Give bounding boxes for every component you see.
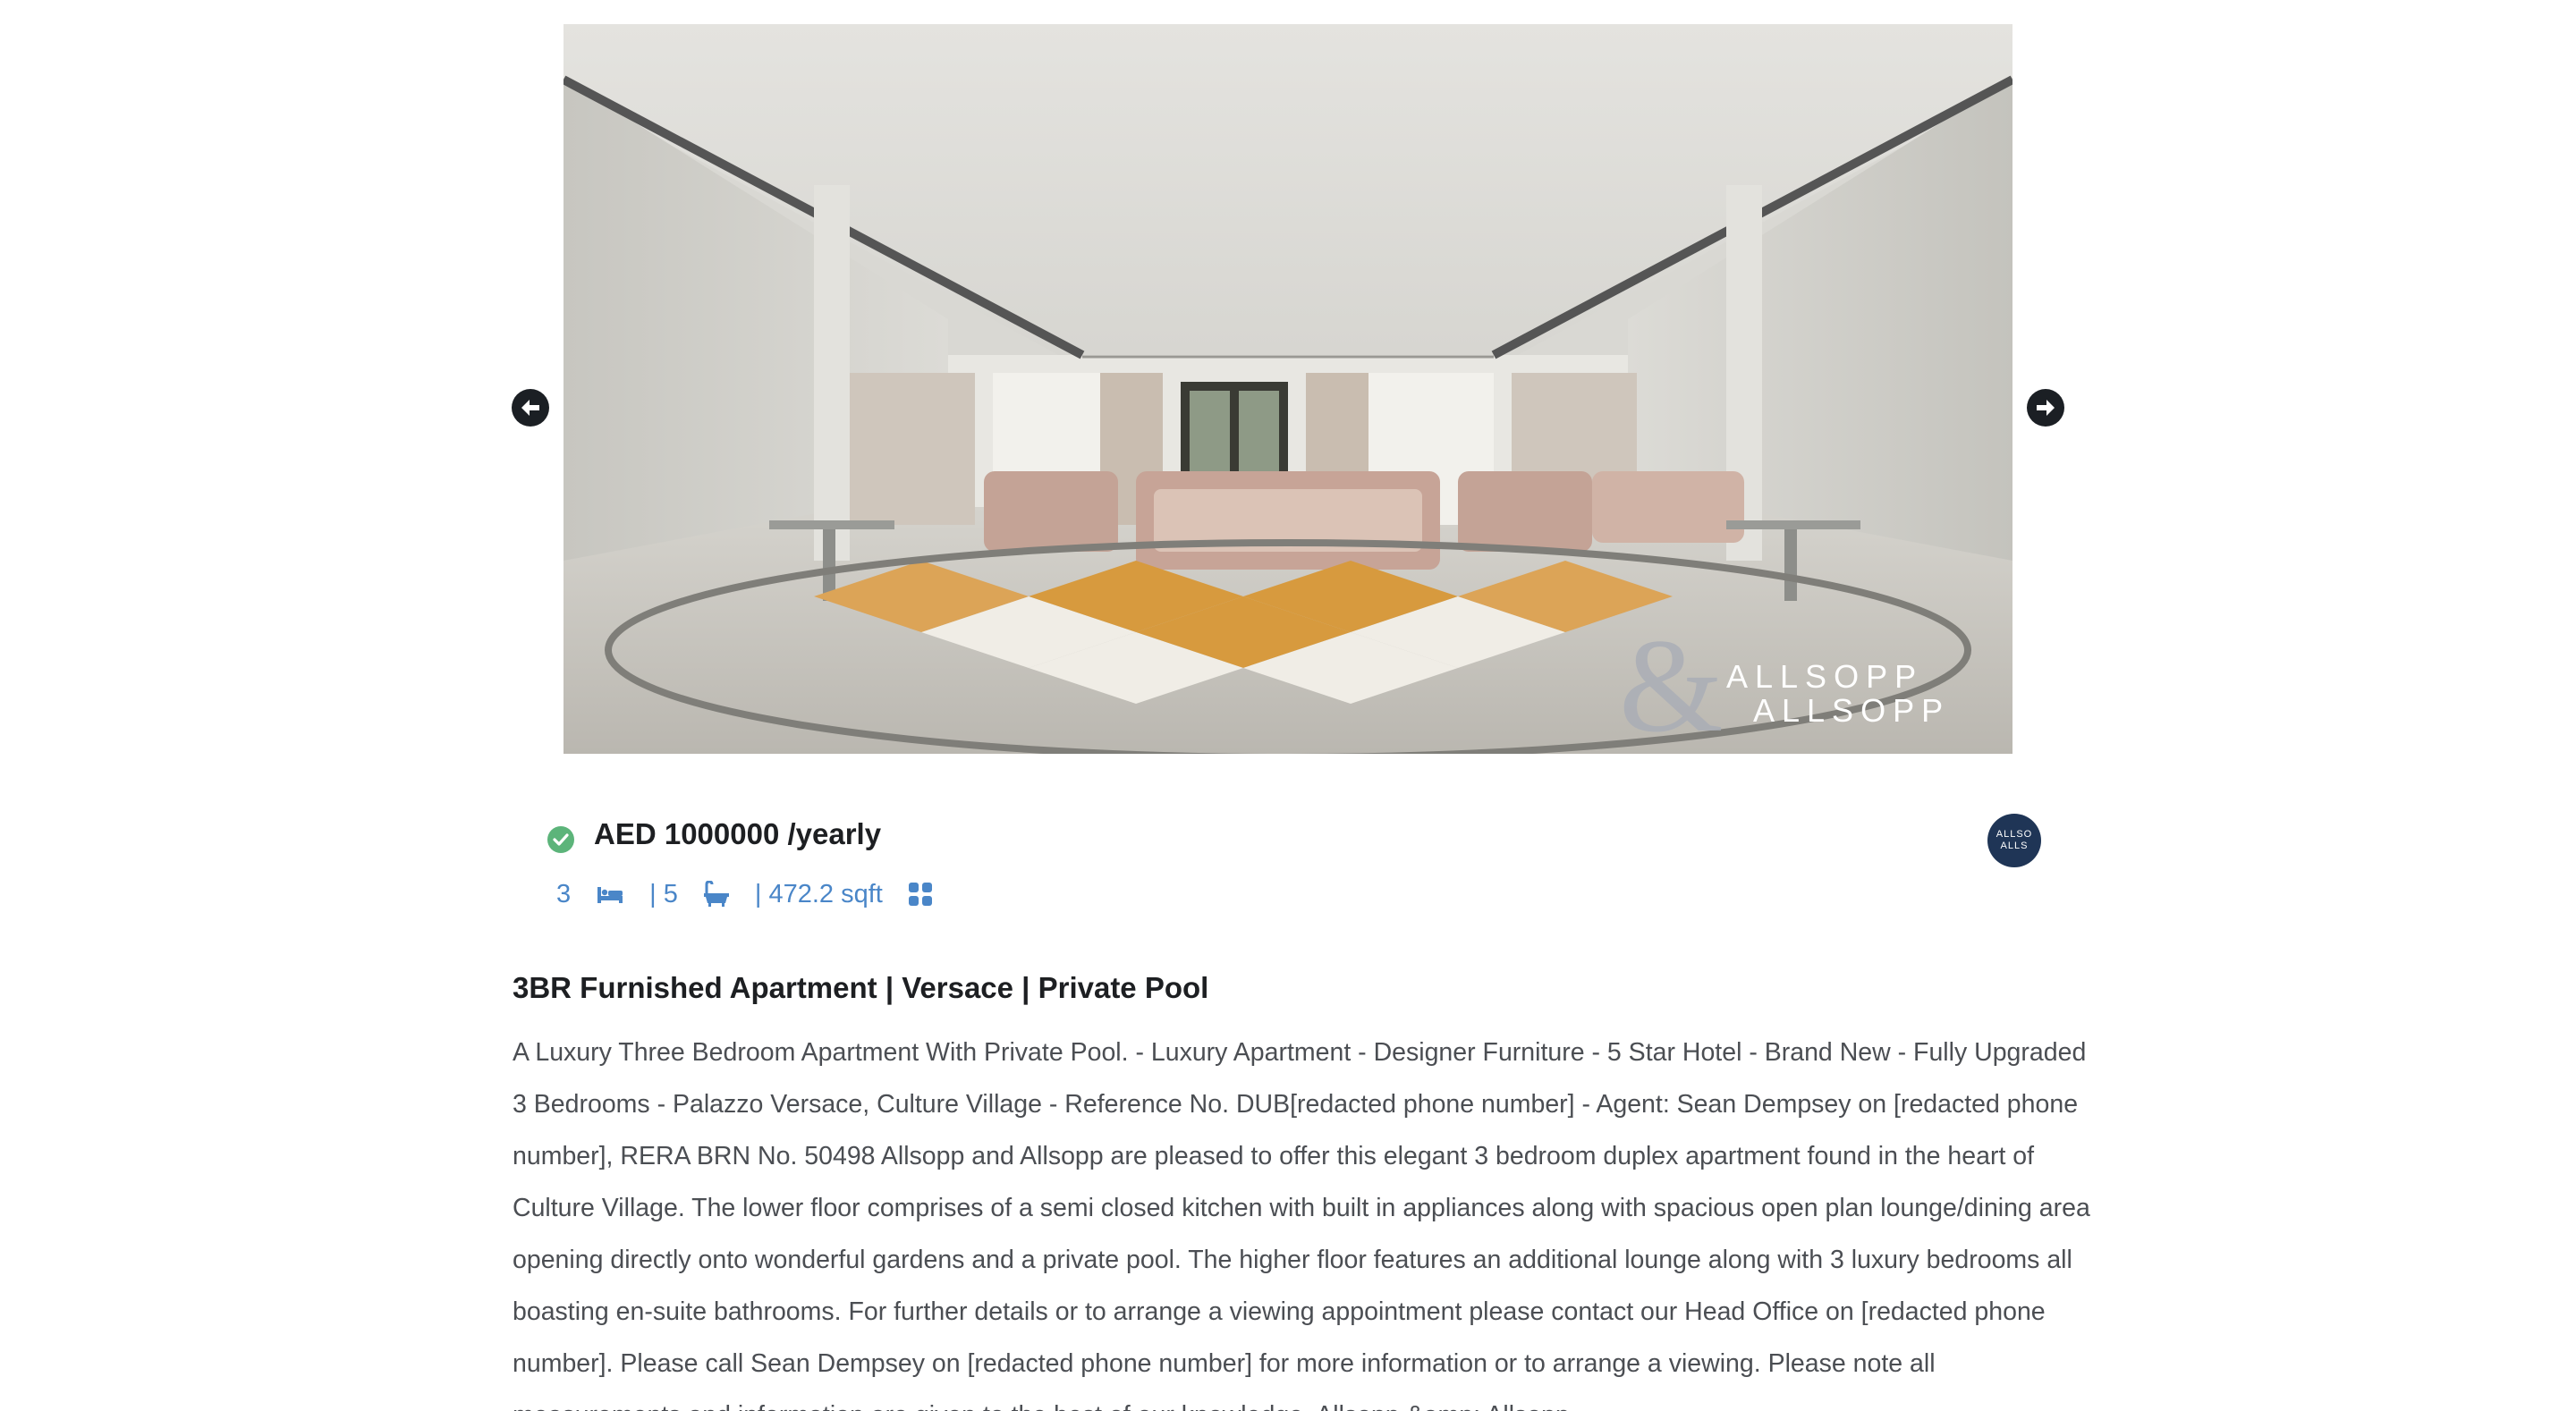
area-size: | 472.2 sqft [754,879,883,908]
check-circle-icon [547,826,574,853]
living-room-image: & ALLSOPP ALLSOPP [564,24,2012,754]
next-photo-button[interactable] [2027,389,2064,427]
photo-carousel: & ALLSOPP ALLSOPP [512,24,2064,754]
grid-icon [908,883,932,906]
listing-features: 3 | 5 | 472.2 sqft [556,876,933,912]
previous-photo-button[interactable] [512,389,549,427]
bedroom-count: 3 [556,879,572,908]
listing-description: A Luxury Three Bedroom Apartment With Pr… [513,1038,2090,1411]
agency-logo-line1: ALLSO [1996,829,2033,840]
agency-avatar[interactable]: ALLSO ALLS [1987,814,2041,867]
property-photo[interactable]: & ALLSOPP ALLSOPP [564,24,2012,754]
bed-icon [597,887,623,903]
watermark-line1: ALLSOPP [1726,658,1923,695]
listing-page: & ALLSOPP ALLSOPP AED 1000000 /yearly 3 [0,0,2576,1411]
listing-price: AED 1000000 /yearly [594,817,882,850]
bathroom-count: | 5 [649,879,678,908]
watermark-ampersand: & [1619,612,1724,754]
bathtub-icon [703,881,729,907]
listing-summary: AED 1000000 /yearly 3 | 5 | 472.2 sqft A… [547,810,2041,917]
arrow-left-icon [521,400,539,416]
arrow-right-icon [2037,400,2055,416]
listing-title: 3BR Furnished Apartment | Versace | Priv… [513,971,1209,1004]
watermark-line2: ALLSOPP [1753,692,1950,729]
agency-logo-line2: ALLS [2000,841,2029,851]
